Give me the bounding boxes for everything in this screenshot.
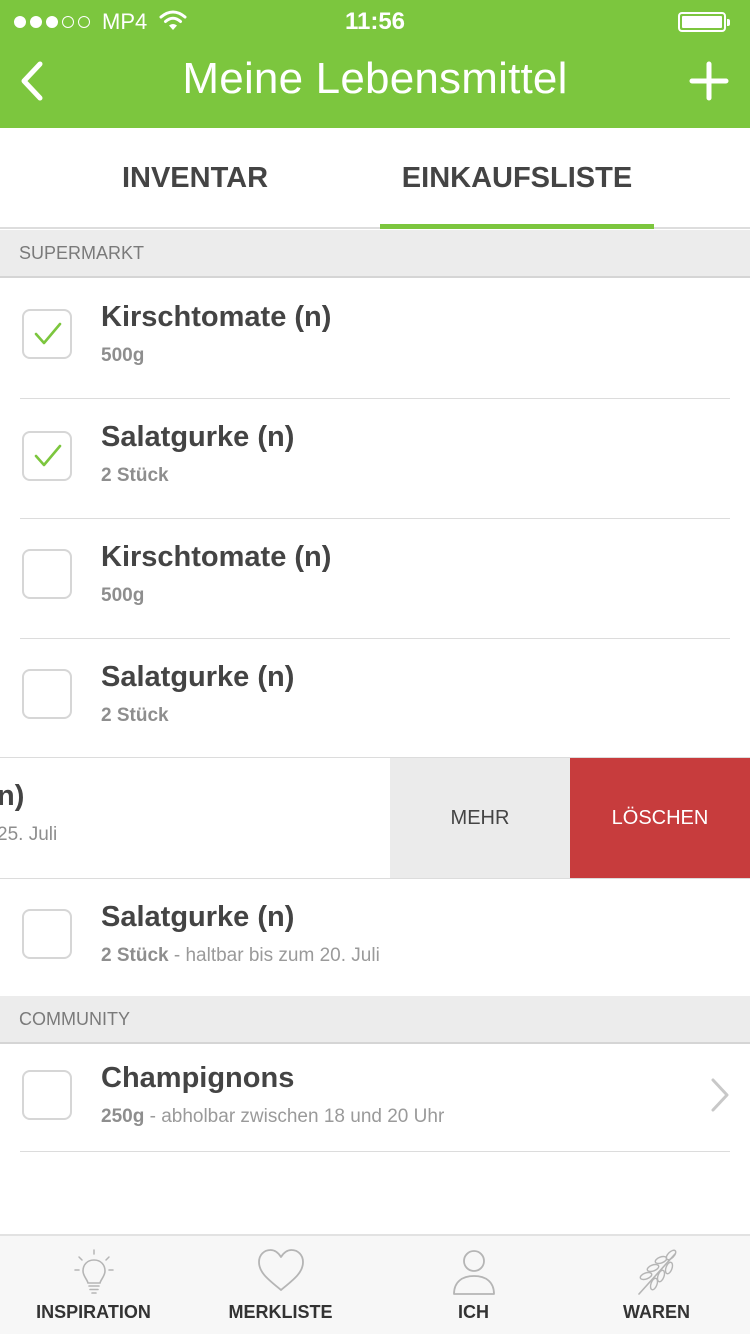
section-header-supermarkt: SUPERMARKT	[0, 230, 750, 278]
tab-inventar[interactable]: INVENTAR	[40, 128, 350, 229]
item-name: Champignons	[101, 1062, 295, 1094]
battery-icon	[678, 12, 730, 32]
item-checkbox[interactable]	[22, 669, 72, 719]
list-item[interactable]: Kirschtomate (n) 500g	[0, 519, 750, 639]
list-item[interactable]: Salatgurke (n) 2 Stück	[0, 399, 750, 519]
list-item[interactable]: Kirschtomate (n) 500g	[0, 279, 750, 399]
active-tab-indicator	[380, 224, 654, 229]
item-quantity: 250g - abholbar zwischen 18 und 20 Uhr	[101, 1106, 445, 1127]
item-quantity: 2 Stück	[101, 705, 169, 726]
item-checkbox[interactable]	[22, 309, 72, 359]
section-header-community: COMMUNITY	[0, 996, 750, 1044]
tabbar-label: MERKLISTE	[228, 1302, 333, 1322]
checkmark-icon	[34, 444, 62, 467]
item-quantity: 2 Stück - haltbar bis zum 20. Juli	[101, 945, 380, 966]
segment-tabs: INVENTAR EINKAUFSLISTE	[0, 128, 750, 229]
delete-button[interactable]: LÖSCHEN	[570, 758, 750, 879]
add-plus-icon[interactable]	[686, 58, 732, 104]
tabbar-item-ich[interactable]: ICH	[380, 1236, 567, 1334]
tab-einkaufsliste[interactable]: EINKAUFSLISTE	[380, 128, 654, 229]
item-sub-partial: 25. Juli	[0, 824, 58, 845]
tabbar-label: INSPIRATION	[36, 1302, 151, 1322]
list-item[interactable]: Salatgurke (n) 2 Stück	[0, 639, 750, 759]
status-time: 11:56	[344, 8, 406, 35]
tabbar-item-merkliste[interactable]: MERKLISTE	[187, 1236, 374, 1334]
item-quantity: 500g	[101, 585, 145, 606]
status-bar: MP4 11:56	[0, 0, 750, 44]
tabbar-label: WAREN	[623, 1302, 690, 1322]
swiped-list-item[interactable]: n) 25. Juli MEHR LÖSCHEN	[0, 758, 750, 879]
app-header: MP4 11:56 Meine Lebensmittel	[0, 0, 750, 128]
item-name: Salatgurke (n)	[101, 421, 295, 453]
item-name: Salatgurke (n)	[101, 661, 295, 693]
checkmark-icon	[34, 322, 62, 345]
person-icon	[452, 1250, 495, 1295]
heart-icon	[257, 1249, 304, 1291]
lightbulb-icon	[73, 1249, 114, 1294]
item-quantity: 500g	[101, 345, 145, 366]
tabbar-label: ICH	[458, 1302, 489, 1322]
item-name: Kirschtomate (n)	[101, 541, 332, 573]
item-checkbox[interactable]	[22, 431, 72, 481]
item-quantity: 2 Stück	[101, 465, 169, 486]
item-name: Kirschtomate (n)	[101, 301, 332, 333]
chevron-right-icon[interactable]	[708, 1076, 732, 1114]
wheat-icon	[637, 1249, 676, 1295]
item-name: Salatgurke (n)	[101, 901, 295, 933]
tabbar-item-inspiration[interactable]: INSPIRATION	[0, 1236, 187, 1334]
item-checkbox[interactable]	[22, 1070, 72, 1120]
more-button[interactable]: MEHR	[390, 758, 570, 879]
list-item[interactable]: Salatgurke (n) 2 Stück - haltbar bis zum…	[0, 879, 750, 999]
bottom-tab-bar: INSPIRATION MERKLISTE ICH WAREN	[0, 1234, 750, 1334]
list-item[interactable]: Champignons 250g - abholbar zwischen 18 …	[0, 1044, 750, 1152]
tabbar-item-waren[interactable]: WAREN	[563, 1236, 750, 1334]
item-checkbox[interactable]	[22, 909, 72, 959]
item-name-partial: n)	[0, 780, 25, 812]
page-title: Meine Lebensmittel	[182, 54, 568, 103]
item-checkbox[interactable]	[22, 549, 72, 599]
